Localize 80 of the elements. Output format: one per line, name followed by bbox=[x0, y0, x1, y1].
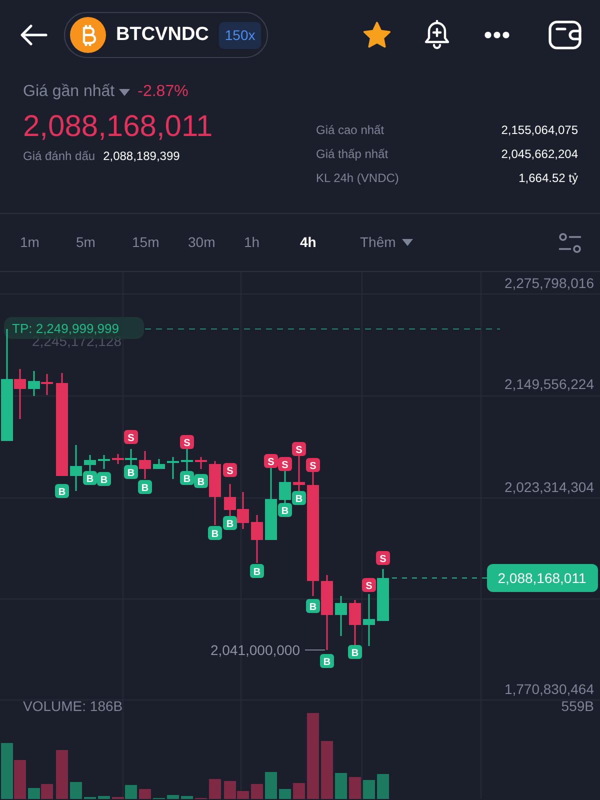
take-profit-tag[interactable]: TP: 2,249,999,999 bbox=[4, 317, 144, 339]
axis-label: 2,149,556,224 bbox=[504, 376, 594, 392]
volume-bar bbox=[265, 772, 277, 799]
back-icon[interactable] bbox=[20, 24, 48, 46]
trade-marker[interactable]: S bbox=[264, 454, 278, 468]
trade-marker[interactable]: B bbox=[306, 599, 320, 613]
trade-marker[interactable]: S bbox=[223, 463, 237, 477]
caret-icon[interactable] bbox=[118, 88, 130, 96]
stat-label: Giá cao nhất bbox=[316, 122, 384, 139]
trade-marker[interactable]: B bbox=[348, 645, 362, 659]
trade-marker[interactable]: B bbox=[180, 471, 194, 485]
interval-tab[interactable]: 1m bbox=[20, 232, 76, 253]
pair-selector[interactable]: BTCVNDC 150x bbox=[64, 12, 268, 58]
volume-bar bbox=[279, 789, 291, 799]
price-change: -2.87% bbox=[138, 82, 188, 102]
filter-icon[interactable] bbox=[558, 230, 582, 254]
volume-bar bbox=[70, 782, 82, 799]
axis-label: 1,770,830,464 bbox=[504, 681, 594, 697]
trade-marker[interactable]: S bbox=[362, 578, 376, 592]
volume-bar bbox=[41, 784, 53, 799]
volume-bar bbox=[321, 741, 333, 799]
trade-marker[interactable]: B bbox=[250, 564, 264, 578]
volume-bar bbox=[349, 777, 361, 799]
more-icon[interactable] bbox=[484, 31, 510, 39]
volume-bar bbox=[98, 796, 110, 799]
current-price-tag: 2,088,168,011 bbox=[487, 564, 598, 592]
trade-marker[interactable]: S bbox=[376, 551, 390, 565]
trade-marker[interactable]: B bbox=[320, 654, 334, 668]
stat-label: Giá thấp nhất bbox=[316, 146, 388, 163]
volume-bar bbox=[28, 788, 40, 799]
trade-marker[interactable]: S bbox=[292, 442, 306, 456]
trade-marker[interactable]: B bbox=[194, 474, 208, 488]
stat-value: 2,155,064,075 bbox=[501, 122, 578, 139]
trade-marker[interactable]: B bbox=[278, 503, 292, 517]
volume-max-label: 559B bbox=[561, 698, 594, 714]
trade-marker[interactable]: B bbox=[55, 484, 69, 498]
trade-marker[interactable]: B bbox=[97, 472, 111, 486]
star-icon[interactable] bbox=[362, 21, 392, 49]
volume-bar bbox=[139, 789, 151, 799]
trade-marker[interactable]: S bbox=[278, 457, 292, 471]
trade-marker[interactable]: B bbox=[83, 471, 97, 485]
trade-marker[interactable]: B bbox=[138, 480, 152, 494]
mark-price-label: Giá đánh dấu bbox=[23, 148, 96, 165]
interval-tab[interactable]: 4h bbox=[300, 232, 356, 253]
volume-label: VOLUME: 186B bbox=[23, 698, 123, 714]
stat-value: 1,664.52 tỷ bbox=[518, 170, 578, 187]
volume-bar bbox=[181, 796, 193, 799]
coin-icon bbox=[70, 17, 106, 53]
volume-bar bbox=[167, 795, 179, 799]
trade-marker[interactable]: S bbox=[124, 430, 138, 444]
axis-label: 2,023,314,304 bbox=[504, 479, 594, 495]
last-price: 2,088,168,011 bbox=[23, 110, 213, 143]
mark-price-value: 2,088,189,399 bbox=[103, 148, 180, 165]
trade-marker[interactable]: S bbox=[180, 435, 194, 449]
trade-marker[interactable]: B bbox=[124, 465, 138, 479]
axis-label: 2,275,798,016 bbox=[504, 275, 594, 291]
volume-bar bbox=[293, 783, 305, 799]
more-intervals-dropdown[interactable]: Thêm bbox=[360, 232, 413, 253]
caret-icon bbox=[402, 239, 413, 246]
volume-bar bbox=[377, 774, 389, 799]
interval-tab[interactable]: 1h bbox=[244, 232, 300, 253]
stat-value: 2,045,662,204 bbox=[501, 146, 578, 163]
volume-bar bbox=[209, 779, 221, 799]
trade-marker[interactable]: B bbox=[208, 526, 222, 540]
volume-bar bbox=[56, 750, 68, 799]
trade-marker[interactable]: B bbox=[223, 516, 237, 530]
trade-marker[interactable]: B bbox=[292, 491, 306, 505]
wallet-icon[interactable] bbox=[548, 20, 582, 50]
trade-marker[interactable]: S bbox=[306, 458, 320, 472]
volume-bar bbox=[363, 780, 375, 799]
interval-tab[interactable]: 5m bbox=[76, 232, 132, 253]
volume-bar bbox=[335, 773, 347, 799]
stat-label: KL 24h (VNDC) bbox=[316, 170, 399, 187]
price-label: Giá gần nhất bbox=[23, 82, 115, 102]
low-price-label: 2,041,000,000 bbox=[210, 642, 300, 658]
interval-tab[interactable]: 15m bbox=[132, 232, 188, 253]
bell-icon[interactable] bbox=[424, 20, 450, 50]
leverage-badge: 150x bbox=[218, 22, 262, 48]
volume-bar bbox=[251, 784, 263, 799]
interval-tab[interactable]: 30m bbox=[188, 232, 244, 253]
